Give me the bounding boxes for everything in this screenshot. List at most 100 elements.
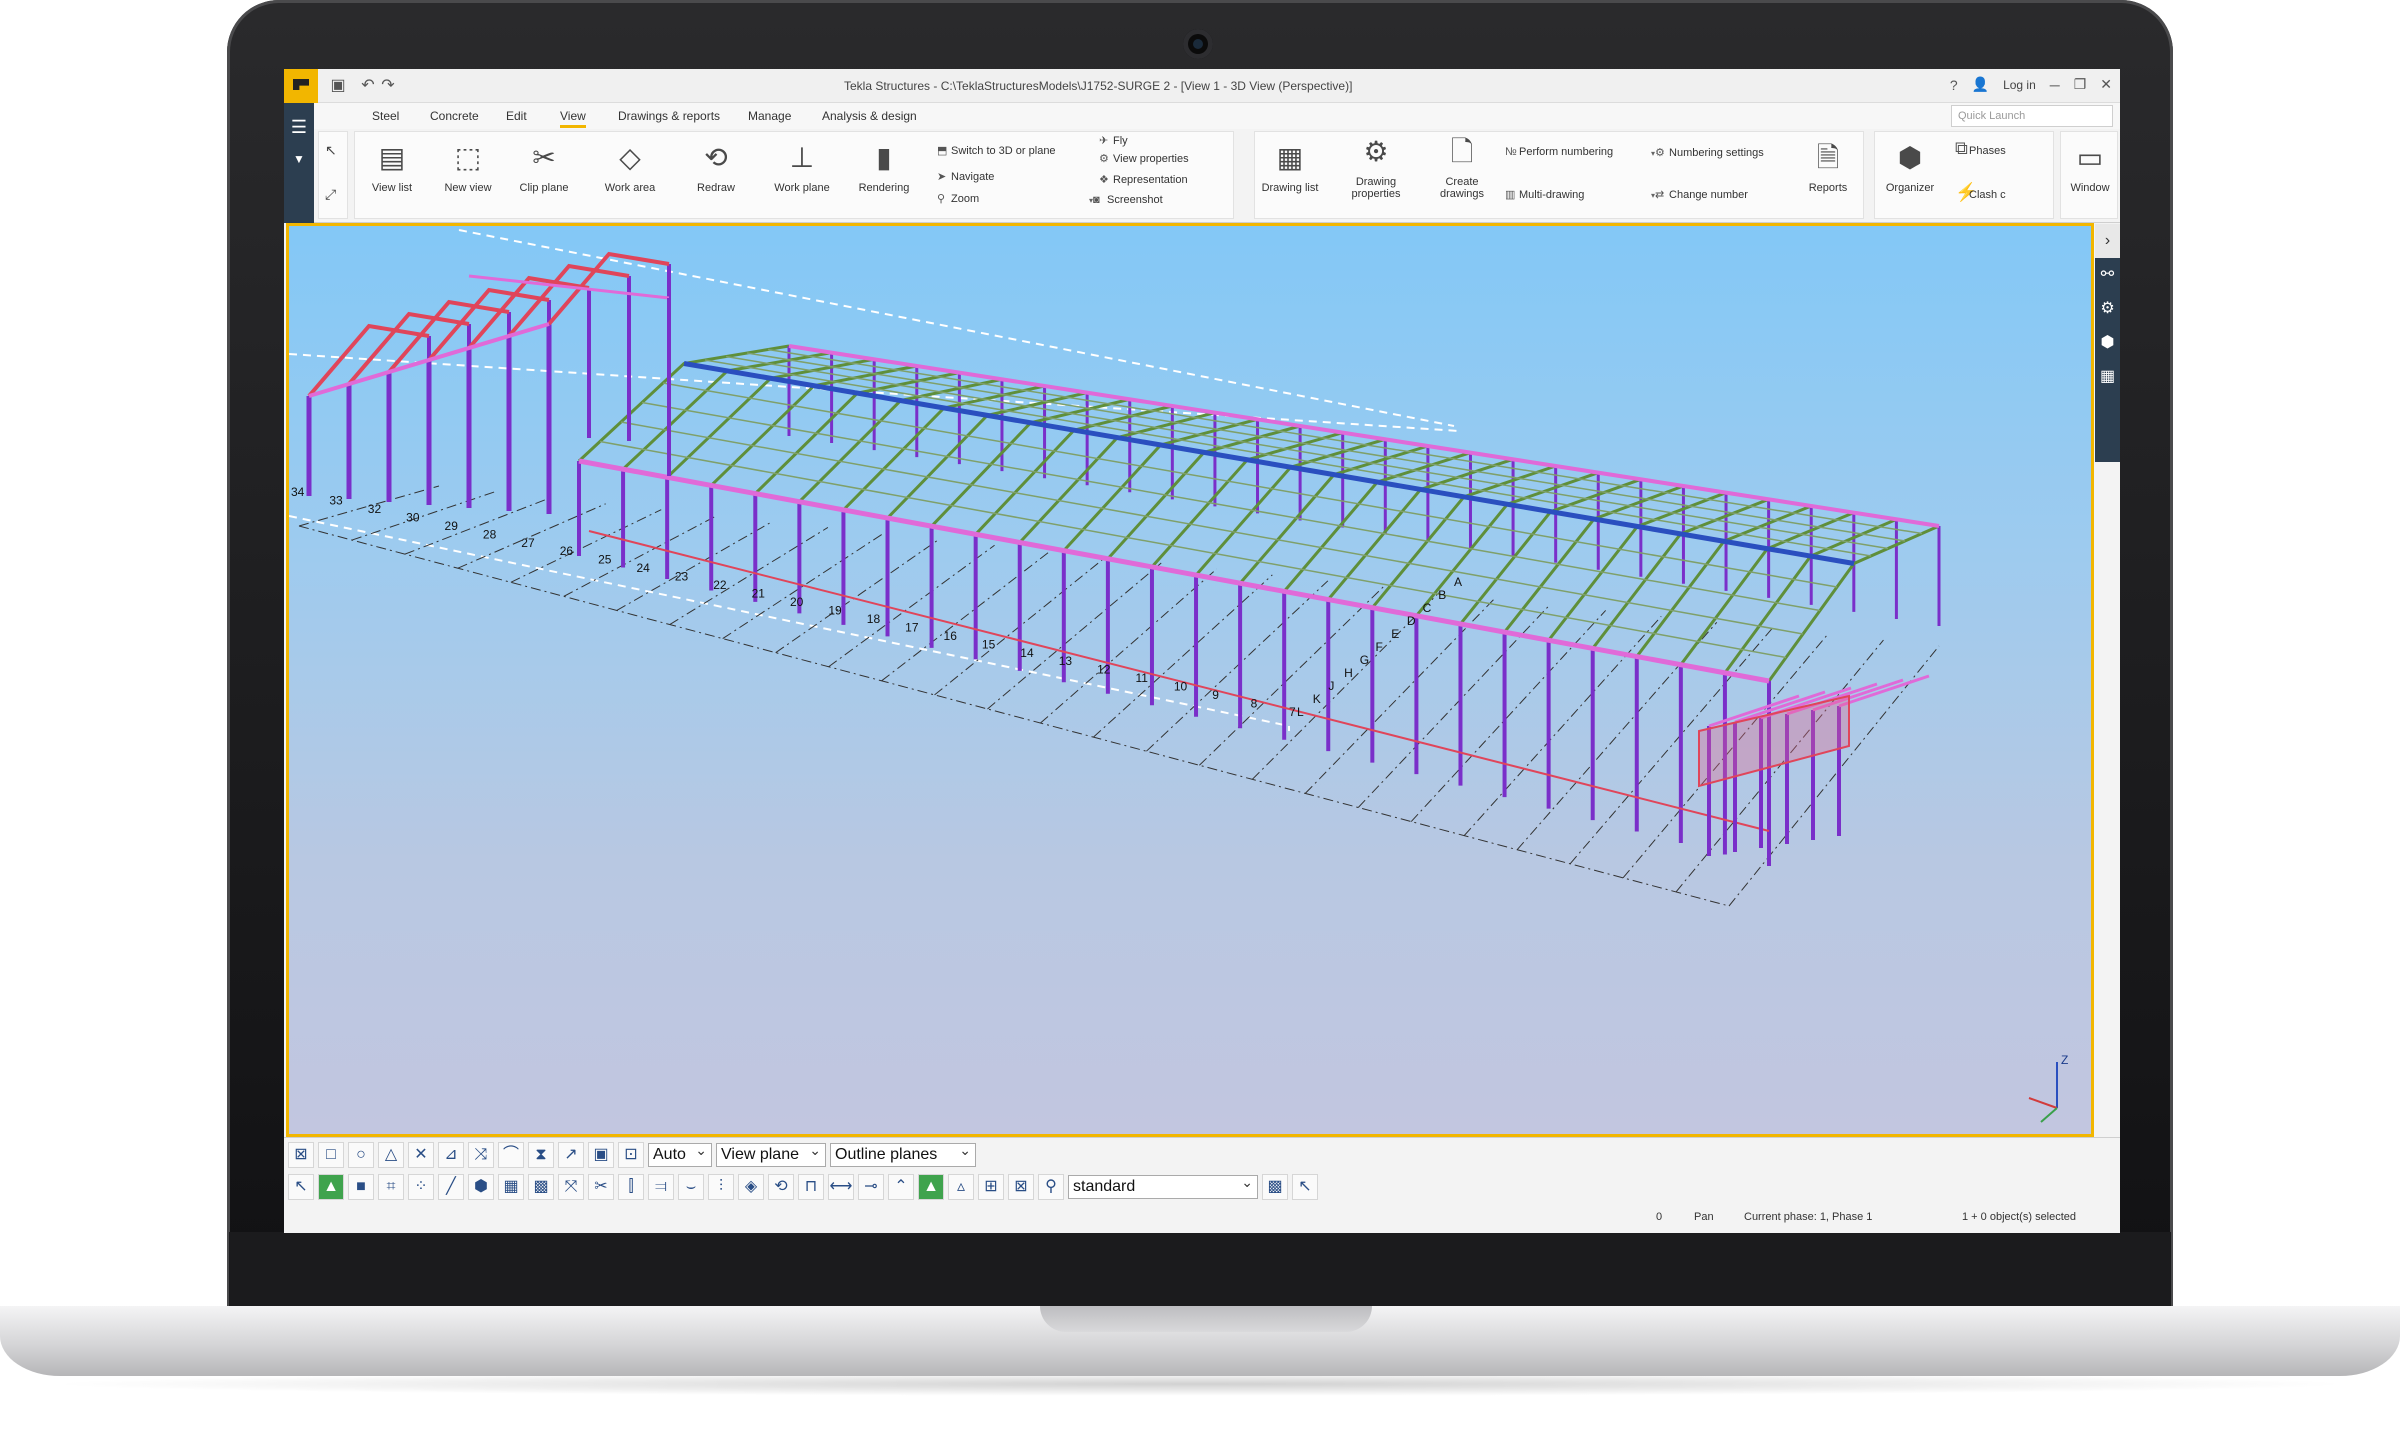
- select-arrow-icon[interactable]: ↖: [325, 142, 337, 159]
- window-button[interactable]: ▭ Window: [2055, 140, 2120, 194]
- select-frame-icon[interactable]: ⊓: [798, 1174, 824, 1200]
- new-view-button[interactable]: ⬚ New view: [433, 140, 503, 194]
- pointer-select-icon[interactable]: ↖: [1292, 1174, 1318, 1200]
- view-properties-button[interactable]: ⚙ View properties: [1099, 152, 1189, 165]
- tab-view[interactable]: View: [560, 109, 586, 128]
- zoom-button[interactable]: ⚲ Zoom: [937, 192, 979, 205]
- select-beams-icon[interactable]: ⫤: [648, 1174, 674, 1200]
- redraw-button[interactable]: ⟲ Redraw: [681, 140, 751, 194]
- select-points-icon[interactable]: ⁘: [408, 1174, 434, 1200]
- select-layers-icon[interactable]: ◈: [738, 1174, 764, 1200]
- work-plane-button[interactable]: ⊥ Work plane: [767, 140, 837, 194]
- help-button[interactable]: ?: [1950, 77, 1958, 93]
- tab-analysis-design[interactable]: Analysis & design: [822, 109, 917, 123]
- filter-pattern-icon[interactable]: ▩: [1262, 1174, 1288, 1200]
- select-nested-icon[interactable]: ⊠: [1008, 1174, 1034, 1200]
- select-dimension-icon[interactable]: ⟷: [828, 1174, 854, 1200]
- select-connection-icon[interactable]: ⌣: [678, 1174, 704, 1200]
- organizer-button[interactable]: ⬢ Organizer: [1875, 140, 1945, 194]
- select-welds-icon[interactable]: ▩: [528, 1174, 554, 1200]
- screenshot-button[interactable]: ▾◙ Screenshot: [1089, 194, 1163, 206]
- tab-manage[interactable]: Manage: [748, 109, 791, 123]
- quick-launch-input[interactable]: Quick Launch: [1951, 105, 2113, 127]
- select-surface-icon[interactable]: ■: [348, 1174, 374, 1200]
- representation-button[interactable]: ❖ Representation: [1099, 173, 1188, 186]
- snap-extension-icon[interactable]: ⤨: [468, 1142, 494, 1168]
- snap-point-icon[interactable]: ▣: [588, 1142, 614, 1168]
- select-group-icon[interactable]: ⊞: [978, 1174, 1004, 1200]
- tab-steel[interactable]: Steel: [372, 109, 399, 123]
- select-measure-icon[interactable]: ⊸: [858, 1174, 884, 1200]
- drawing-list-button[interactable]: ▦ Drawing list: [1255, 140, 1325, 194]
- reports-button[interactable]: 🗎 Reports: [1793, 140, 1863, 194]
- snap-frame-icon[interactable]: ⊡: [618, 1142, 644, 1168]
- settings-icon[interactable]: ⚙: [2095, 292, 2120, 326]
- select-grid-icon[interactable]: ⌗: [378, 1174, 404, 1200]
- catalog-icon[interactable]: ▦: [2095, 360, 2120, 394]
- save-icon[interactable]: ▣: [328, 76, 348, 96]
- tekla-logo-button[interactable]: [284, 69, 318, 103]
- login-link[interactable]: Log in: [2003, 78, 2036, 92]
- view-plane-select[interactable]: View plane: [716, 1142, 826, 1167]
- redo-icon[interactable]: ↷: [378, 76, 398, 96]
- select-bolts-icon[interactable]: ▦: [498, 1174, 524, 1200]
- hamburger-menu-icon[interactable]: ☰: [284, 117, 314, 138]
- multi-drawing-button[interactable]: ▥ Multi-drawing: [1505, 188, 1584, 201]
- model-viewport-3d[interactable]: 34 33 32 30 29 28 27 26 25 24 23 22 21 20 19 18 17 16 15 14…: [286, 223, 2094, 1137]
- restore-button[interactable]: ❐: [2074, 76, 2087, 93]
- select-assembly-icon[interactable]: ▲: [918, 1174, 944, 1200]
- tab-concrete[interactable]: Concrete: [430, 109, 479, 123]
- side-pane-toolbar: › ⚯ ⚙ ⬢ ▦: [2095, 224, 2120, 462]
- select-cuts-icon[interactable]: ⤧: [558, 1174, 584, 1200]
- transform-icon[interactable]: ⤢: [325, 186, 336, 203]
- drawing-properties-button[interactable]: ⚙ Drawing properties: [1341, 134, 1411, 200]
- select-scissors-icon[interactable]: ✂: [588, 1174, 614, 1200]
- work-area-button[interactable]: ◇ Work area: [595, 140, 665, 194]
- new-view-icon: ⬚: [454, 142, 482, 173]
- clip-plane-button[interactable]: ✂ Clip plane: [509, 140, 579, 194]
- select-reinforcement-icon[interactable]: ⫿: [618, 1174, 644, 1200]
- change-number-button[interactable]: ▾⇄ Change number: [1651, 188, 1748, 201]
- switch-3d-button[interactable]: ⬒ Switch to 3D or plane: [937, 144, 1056, 157]
- link-icon[interactable]: ⚯: [2095, 258, 2120, 292]
- select-all-icon[interactable]: ↖: [288, 1174, 314, 1200]
- snap-perpendicular-icon[interactable]: ⊿: [438, 1142, 464, 1168]
- expand-chevron-icon[interactable]: ›: [2095, 224, 2120, 258]
- snap-all-icon[interactable]: ⊠: [288, 1142, 314, 1168]
- snap-cross-icon[interactable]: ✕: [408, 1142, 434, 1168]
- fly-button[interactable]: ✈ Fly: [1099, 134, 1128, 147]
- select-arch-icon[interactable]: ⌃: [888, 1174, 914, 1200]
- numbering-settings-button[interactable]: ▾⚙ Numbering settings: [1651, 146, 1764, 159]
- outline-planes-select[interactable]: Outline planes: [830, 1142, 976, 1167]
- tab-edit[interactable]: Edit: [506, 109, 527, 123]
- select-object-icon[interactable]: ▵: [948, 1174, 974, 1200]
- select-rotate-icon[interactable]: ⟲: [768, 1174, 794, 1200]
- snap-hourglass-icon[interactable]: ⧗: [528, 1142, 554, 1168]
- snap-circle-icon[interactable]: ○: [348, 1142, 374, 1168]
- snap-rect-icon[interactable]: □: [318, 1142, 344, 1168]
- create-drawings-button[interactable]: 🗋 Create drawings: [1427, 134, 1497, 200]
- snap-triangle-icon[interactable]: △: [378, 1142, 404, 1168]
- rendering-button[interactable]: ▮ Rendering: [849, 140, 919, 194]
- undo-icon[interactable]: ↶: [358, 76, 378, 96]
- settings-gear-icon: ⚙: [1655, 147, 1665, 159]
- phases-button[interactable]: ⧉Phases: [1955, 138, 2006, 159]
- perform-numbering-button[interactable]: № Perform numbering: [1505, 146, 1613, 158]
- collapse-arrow-icon[interactable]: ▼: [284, 152, 314, 166]
- select-zoom-icon[interactable]: ⚲: [1038, 1174, 1064, 1200]
- select-parts-icon[interactable]: ▲: [318, 1174, 344, 1200]
- snap-depth-select[interactable]: Auto: [648, 1142, 712, 1167]
- select-component-icon[interactable]: ⫶: [708, 1174, 734, 1200]
- close-button[interactable]: ✕: [2100, 76, 2112, 93]
- view-list-button[interactable]: ▤ View list: [357, 140, 427, 194]
- cube-icon[interactable]: ⬢: [2095, 326, 2120, 360]
- select-cube-icon[interactable]: ⬢: [468, 1174, 494, 1200]
- snap-free-icon[interactable]: ↗: [558, 1142, 584, 1168]
- snap-curve-icon[interactable]: ⌒: [498, 1142, 524, 1168]
- navigate-button[interactable]: ➤ Navigate: [937, 170, 994, 183]
- selection-filter-select[interactable]: standard: [1068, 1174, 1258, 1199]
- clash-check-button[interactable]: ⚡Clash c: [1955, 182, 2006, 203]
- tab-drawings-reports[interactable]: Drawings & reports: [618, 109, 720, 123]
- select-lines-icon[interactable]: ╱: [438, 1174, 464, 1200]
- minimize-button[interactable]: ─: [2050, 77, 2060, 93]
